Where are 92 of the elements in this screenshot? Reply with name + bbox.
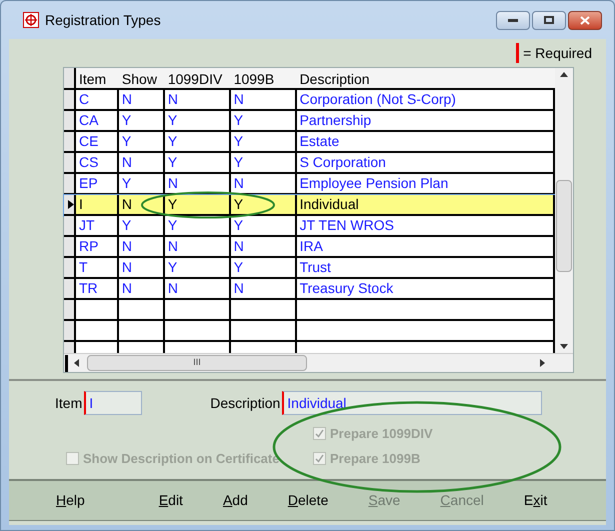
toolbar-button[interactable]: Add [220,486,251,516]
minimize-button[interactable] [496,10,530,30]
scroll-right-icon[interactable] [540,359,545,367]
table-row[interactable]: C N N N Corporation (Not S-Corp) [64,90,555,111]
table-cell: Y [230,111,297,130]
toolbar-button[interactable]: Delete [284,486,332,516]
row-header[interactable] [64,279,76,298]
column-header[interactable]: Description [296,68,556,88]
checkbox-label: Prepare 1099DIV [330,425,433,443]
column-header[interactable]: Item [76,68,119,88]
required-legend: = Required [523,42,592,64]
table-cell: Y [118,132,165,151]
scroll-thumb[interactable] [556,180,572,272]
table-cell: I [76,195,119,214]
window-title: Registration Types [45,10,161,30]
table-cell: N [164,90,231,109]
table-cell: Y [164,195,231,214]
checkbox-label: Show Description on Certificate [83,450,280,468]
table-cell: N [118,195,165,214]
description-field[interactable]: Individual [282,391,542,415]
checkbox-label: Prepare 1099B [330,450,420,468]
maximize-button[interactable] [532,10,566,30]
row-header[interactable] [64,111,76,130]
table-cell: N [118,279,165,298]
vertical-scrollbar[interactable] [555,68,573,353]
table-cell: Y [230,216,297,235]
table-cell: N [230,279,297,298]
toolbar-button[interactable]: Edit [156,486,186,516]
row-header[interactable] [64,237,76,256]
table-cell: N [118,90,165,109]
table-cell: N [230,90,297,109]
table-cell: Y [230,132,297,151]
table-cell: CS [76,153,119,172]
row-header[interactable] [64,90,76,109]
table-cell: JT [76,216,119,235]
table-cell: Y [230,258,297,277]
required-marker-icon [516,43,520,63]
column-header[interactable]: 1099DIV [164,68,231,88]
toolbar-button[interactable]: Help [53,486,88,516]
table-row[interactable]: EP Y N N Employee Pension Plan [64,174,555,195]
item-label: Item [55,394,82,412]
table-row[interactable]: JT Y Y Y JT TEN WROS [64,216,555,237]
table-cell: C [76,90,119,109]
table-cell: Y [118,216,165,235]
description-label: Description [210,394,280,413]
row-header[interactable] [64,153,76,172]
table-cell: RP [76,237,119,256]
table-row[interactable]: TR N N N Treasury Stock [64,279,555,300]
empty-row[interactable] [64,300,555,321]
close-button[interactable] [568,10,602,30]
item-field[interactable]: I [84,391,142,415]
empty-row[interactable] [64,342,555,353]
table-row[interactable]: T N Y Y Trust [64,258,555,279]
table-cell: N [164,279,231,298]
table-cell: CE [76,132,119,151]
scroll-down-icon[interactable] [560,344,568,349]
table-row[interactable]: RP N N N IRA [64,237,555,258]
table-cell: Y [164,153,231,172]
row-header[interactable] [64,258,76,277]
empty-row[interactable] [64,321,555,342]
scroll-up-icon[interactable] [560,72,568,77]
scroll-left-icon[interactable] [74,359,79,367]
close-icon [580,16,590,24]
current-row-icon [68,200,74,209]
table-cell: N [118,153,165,172]
table-cell: Y [118,111,165,130]
table-cell: Y [230,153,297,172]
table-cell: T [76,258,119,277]
app-logo-icon [23,12,39,28]
table-cell: N [118,237,165,256]
row-header[interactable] [64,216,76,235]
column-header[interactable]: Show [118,68,165,88]
table-cell: Y [164,258,231,277]
table-cell: N [230,237,297,256]
toolbar-button[interactable]: Exit [520,486,550,516]
table-row[interactable]: CE Y Y Y Estate [64,132,555,153]
table-row[interactable]: CS N Y Y S Corporation [64,153,555,174]
row-header[interactable] [64,174,76,193]
table-cell: CA [76,111,119,130]
table-cell: TR [76,279,119,298]
table-cell: N [118,258,165,277]
row-header[interactable] [64,195,76,214]
horizontal-scroll-thumb[interactable]: III [87,355,307,371]
table-cell: Y [230,195,297,214]
column-header[interactable]: 1099B [230,68,297,88]
row-header[interactable] [64,132,76,151]
table-row[interactable]: CA Y Y Y Partnership [64,111,555,132]
table-cell: Y [164,111,231,130]
table-cell: Y [164,216,231,235]
table-cell: Y [164,132,231,151]
table-row[interactable]: I N Y Y Individual [64,195,555,216]
table-cell: N [164,237,231,256]
